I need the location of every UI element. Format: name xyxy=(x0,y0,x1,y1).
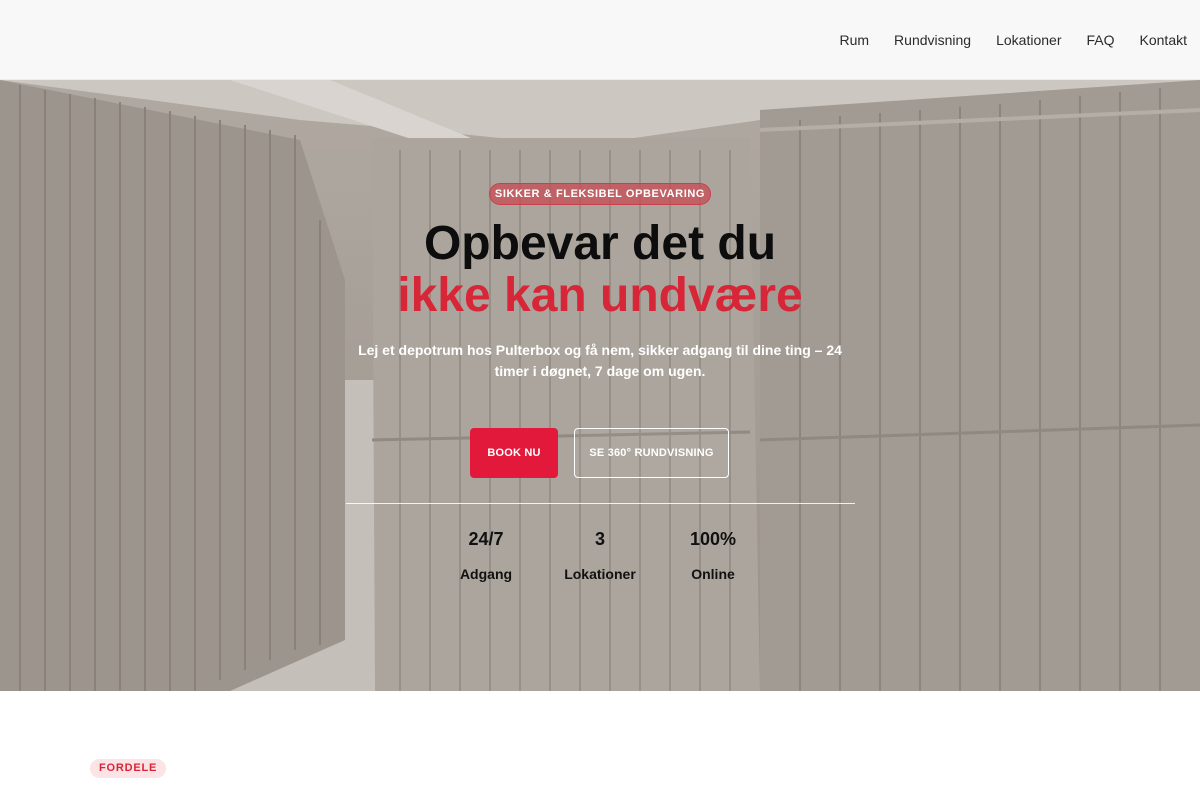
nav-item-rundvisning[interactable]: Rundvisning xyxy=(894,31,971,49)
section-tag-benefits: FORDELE xyxy=(90,759,167,778)
hero-divider xyxy=(346,503,855,504)
virtual-tour-button[interactable]: SE 360° RUNDVISNING xyxy=(574,428,729,478)
stat-locations: 3 Lokationer xyxy=(545,528,655,583)
stat-label: Online xyxy=(691,566,735,582)
stat-value: 100% xyxy=(689,529,737,549)
stat-value: 3 xyxy=(594,529,605,549)
site-header: Rum Rundvisning Lokationer FAQ Kontakt xyxy=(0,0,1200,80)
hero-section: SIKKER & FLEKSIBEL OPBEVARING Opbevar de… xyxy=(0,80,1200,691)
stat-label: Lokationer xyxy=(564,566,636,582)
nav-item-rum[interactable]: Rum xyxy=(839,31,869,49)
nav-item-faq[interactable]: FAQ xyxy=(1087,31,1115,49)
hero-lead-text: Lej et depotrum hos Pulterbox og få nem,… xyxy=(358,342,842,379)
book-now-button[interactable]: BOOK NU xyxy=(470,428,558,478)
stat-value: 24/7 xyxy=(468,529,504,549)
main-nav: Rum Rundvisning Lokationer FAQ Kontakt xyxy=(814,31,1187,49)
hero-title-line-1: Opbevar det du xyxy=(423,217,777,270)
hero-overlay xyxy=(0,80,1200,691)
hero-title-line-2: ikke kan undvære xyxy=(397,269,803,322)
stat-online: 100% Online xyxy=(658,528,768,583)
nav-item-lokationer[interactable]: Lokationer xyxy=(996,31,1061,49)
hero-badge: SIKKER & FLEKSIBEL OPBEVARING xyxy=(489,183,711,205)
stat-access: 24/7 Adgang xyxy=(431,528,541,583)
stat-label: Adgang xyxy=(459,566,513,582)
hero-title: Opbevar det du ikke kan undvære xyxy=(300,218,900,322)
nav-item-kontakt[interactable]: Kontakt xyxy=(1140,31,1187,49)
